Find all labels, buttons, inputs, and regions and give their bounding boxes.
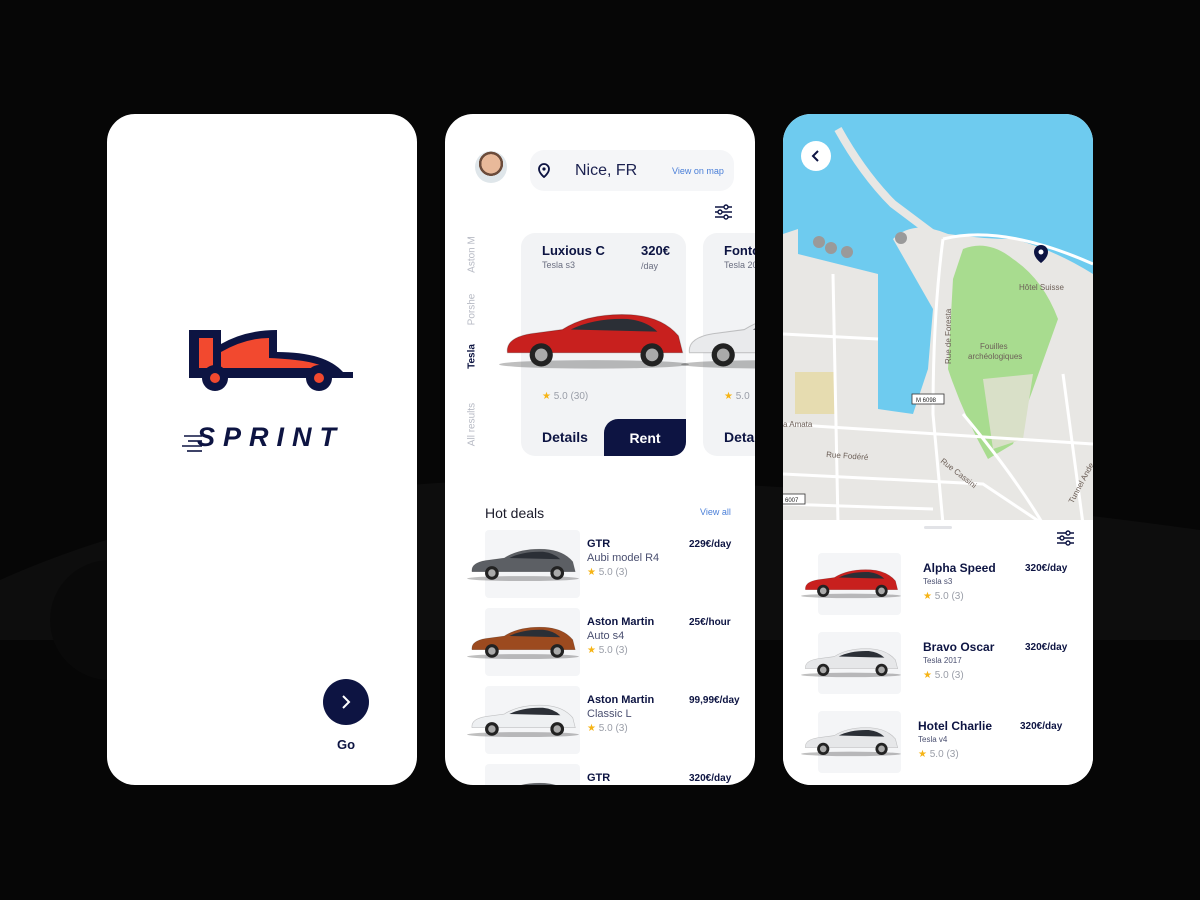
view-on-map-link[interactable]: View on map xyxy=(672,166,724,176)
location-text: Nice, FR xyxy=(575,162,638,179)
drag-handle[interactable] xyxy=(924,526,952,529)
star-icon: ★ xyxy=(587,567,596,578)
star-icon: ★ xyxy=(724,391,733,402)
chevron-left-icon xyxy=(811,150,819,162)
details-button[interactable]: Deta xyxy=(724,429,754,445)
rent-button[interactable]: Rent xyxy=(604,419,686,456)
rating: ★ 5.0 (3) xyxy=(587,645,628,656)
svg-text:Hôtel Suisse: Hôtel Suisse xyxy=(1019,283,1064,292)
svg-text:a Amata: a Amata xyxy=(783,420,813,429)
car-name: Alpha Speed xyxy=(923,561,996,575)
car-price: 320€ xyxy=(641,243,670,258)
car-price: 320€/day xyxy=(689,773,732,784)
car-name: Hotel Charlie xyxy=(918,719,993,733)
car-model: Classic L xyxy=(587,708,632,720)
hot-deals-title: Hot deals xyxy=(485,505,545,521)
star-icon: ★ xyxy=(587,723,596,734)
avatar[interactable] xyxy=(475,151,507,183)
car-model: Tesla v4 xyxy=(918,735,948,744)
car-image xyxy=(467,704,579,738)
svg-text:Rue de Foresta: Rue de Foresta xyxy=(944,308,953,364)
car-name: Aston Martin xyxy=(587,694,655,706)
results-sheet: Alpha Speed Tesla s3 ★ 5.0 (3) 320€/day … xyxy=(783,520,1093,785)
hot-deal-item[interactable]: Aston Martin Classic L ★ 5.0 (3) 99,99€/… xyxy=(445,686,755,758)
car-title: Fonto xyxy=(724,243,755,258)
car-model: Tesla 2017 xyxy=(923,656,962,665)
star-icon: ★ xyxy=(542,391,551,402)
location-bar[interactable]: Nice, FR View on map xyxy=(530,150,734,191)
star-icon: ★ xyxy=(918,749,927,760)
car-name: GTR xyxy=(587,538,611,550)
car-model: Tesla 20 xyxy=(724,260,755,270)
svg-text:archéologiques: archéologiques xyxy=(968,352,1022,361)
brand-name: SPRINT xyxy=(197,422,345,452)
car-name: Aston Martin xyxy=(587,616,655,628)
star-icon: ★ xyxy=(923,670,932,681)
home-screen: Nice, FR View on map Aston M Porshe Tesla A… xyxy=(445,114,755,785)
rating: ★ 5.0 xyxy=(724,391,750,402)
star-icon: ★ xyxy=(923,591,932,602)
result-item[interactable]: Bravo Oscar Tesla 2017 ★ 5.0 (3) 320€/da… xyxy=(783,632,1093,704)
car-image xyxy=(467,548,579,582)
car-price: 320€/day xyxy=(1020,721,1063,732)
car-image xyxy=(467,626,579,660)
car-model: Tesla s3 xyxy=(923,577,953,586)
car-image xyxy=(499,314,689,369)
race-car-logo xyxy=(189,330,353,391)
back-button[interactable] xyxy=(801,141,831,171)
car-name: GTR xyxy=(587,772,611,784)
price-unit: /day xyxy=(641,261,659,271)
view-all-link[interactable]: View all xyxy=(700,507,731,517)
splash-screen: SPRINT Go xyxy=(107,114,417,785)
car-model: Auto s4 xyxy=(587,630,625,642)
car-price: 99,99€/day xyxy=(689,695,740,706)
brand-tab[interactable]: All results xyxy=(467,385,478,465)
hot-deal-item[interactable]: GTR Aubi model R4 ★ 5.0 (3) 229€/day xyxy=(445,530,755,602)
star-icon: ★ xyxy=(587,645,596,656)
hot-deal-item[interactable]: GTR 320€/day xyxy=(445,764,755,785)
car-price: 25€/hour xyxy=(689,617,731,628)
svg-text:6007: 6007 xyxy=(785,498,799,504)
location-pin-icon xyxy=(538,163,550,178)
rating: ★ 5.0 (3) xyxy=(587,567,628,578)
rating: ★ 5.0 (3) xyxy=(587,723,628,734)
car-name: Bravo Oscar xyxy=(923,640,995,654)
chevron-right-icon xyxy=(342,695,351,709)
rating: ★ 5.0 (3) xyxy=(923,670,964,681)
car-model: Tesla s3 xyxy=(542,260,576,270)
svg-text:M 6098: M 6098 xyxy=(916,398,937,404)
rating: ★ 5.0 (3) xyxy=(923,591,964,602)
car-price: 229€/day xyxy=(689,539,732,550)
go-label: Go xyxy=(336,737,356,752)
map-screen: Hôtel Suisse Fouilles archéologiques Rue… xyxy=(783,114,1093,785)
result-item[interactable]: Hotel Charlie Tesla v4 ★ 5.0 (3) 320€/da… xyxy=(783,711,1093,783)
rating: ★ 5.0 (3) xyxy=(918,749,959,760)
car-image xyxy=(801,648,901,678)
car-title: Luxious C xyxy=(542,243,605,258)
rating: ★ 5.0 (30) xyxy=(542,391,589,402)
result-item[interactable]: Alpha Speed Tesla s3 ★ 5.0 (3) 320€/day xyxy=(783,553,1093,625)
featured-car-card[interactable]: Luxious C Tesla s3 320€ /day ★ 5.0 (30) … xyxy=(499,233,689,456)
go-button[interactable] xyxy=(323,679,369,725)
featured-car-card[interactable]: Fonto Tesla 20 ★ 5.0 Deta xyxy=(681,233,755,456)
car-image xyxy=(801,727,901,757)
hot-deal-item[interactable]: Aston Martin Auto s4 ★ 5.0 (3) 25€/hour xyxy=(445,608,755,680)
car-price: 320€/day xyxy=(1025,563,1068,574)
map-view[interactable]: Hôtel Suisse Fouilles archéologiques Rue… xyxy=(783,114,1093,524)
car-model: Aubi model R4 xyxy=(587,552,660,564)
car-image xyxy=(681,323,755,369)
car-price: 320€/day xyxy=(1025,642,1068,653)
filter-icon[interactable] xyxy=(715,204,732,220)
filter-icon[interactable] xyxy=(1057,530,1074,546)
car-image xyxy=(520,782,557,785)
svg-text:Fouilles: Fouilles xyxy=(980,342,1008,351)
details-button[interactable]: Details xyxy=(542,429,588,445)
car-image xyxy=(801,569,901,599)
